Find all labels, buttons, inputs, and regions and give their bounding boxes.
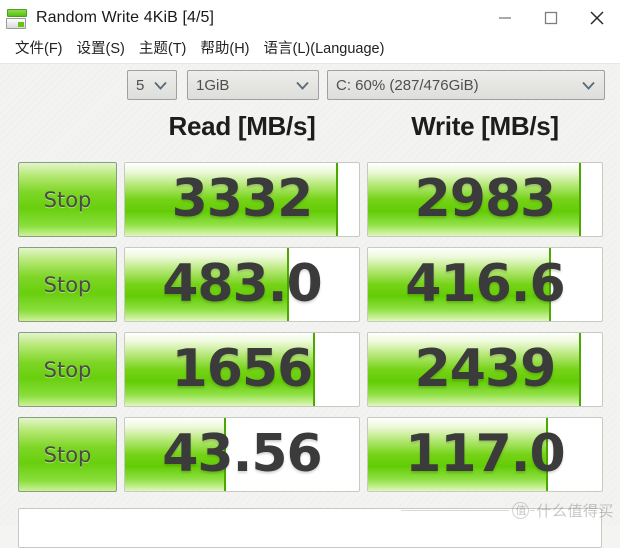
table-row: Stop 43.56 117.0	[0, 417, 620, 492]
menu-item-settings[interactable]: 设置(S)	[70, 40, 132, 60]
window-controls	[482, 0, 620, 36]
stop-button[interactable]: Stop	[18, 417, 117, 492]
stop-button[interactable]: Stop	[18, 247, 117, 322]
test-size-value: 1GiB	[196, 76, 230, 94]
read-score-cell: 483.0	[124, 247, 360, 322]
test-count-dropdown[interactable]: 5	[127, 70, 177, 100]
window-title: Random Write 4KiB [4/5]	[36, 9, 215, 26]
maximize-icon[interactable]	[528, 0, 574, 36]
read-score-value: 483.0	[162, 253, 322, 314]
write-score-value: 117.0	[405, 423, 565, 484]
write-score-cell: 2983	[367, 162, 603, 237]
write-score-value: 2439	[414, 338, 557, 399]
read-score-value: 43.56	[162, 423, 322, 484]
toolbar: 5 1GiB C: 60% (287/476GiB)	[0, 66, 620, 104]
read-score-value: 3332	[171, 168, 314, 229]
read-score-cell: 3332	[124, 162, 360, 237]
write-column-header: Write [MB/s]	[411, 111, 559, 141]
crystaldiskmark-window: Random Write 4KiB [4/5] 文件(F) 设置(S) 主题(T…	[0, 0, 620, 548]
drive-value: C: 60% (287/476GiB)	[336, 76, 479, 94]
table-row: Stop 483.0 416.6	[0, 247, 620, 322]
disk-drive-icon	[6, 8, 28, 30]
menu-item-help[interactable]: 帮助(H)	[193, 40, 256, 60]
menu-bar: 文件(F) 设置(S) 主题(T) 帮助(H) 语言(L)(Language)	[0, 36, 620, 64]
title-bar[interactable]: Random Write 4KiB [4/5]	[0, 0, 620, 36]
column-headers: Read [MB/s] Write [MB/s]	[0, 104, 620, 152]
stop-button[interactable]: Stop	[18, 162, 117, 237]
read-score-cell: 43.56	[124, 417, 360, 492]
read-column-header: Read [MB/s]	[168, 111, 316, 141]
close-icon[interactable]	[574, 0, 620, 36]
table-row: Stop 3332 2983	[0, 162, 620, 237]
drive-dropdown[interactable]: C: 60% (287/476GiB)	[327, 70, 605, 100]
results-table: Stop 3332 2983 Stop 483.0 416.6 Stop 165…	[0, 162, 620, 502]
comment-panel[interactable]	[18, 508, 602, 548]
test-count-value: 5	[136, 76, 145, 94]
test-size-dropdown[interactable]: 1GiB	[187, 70, 319, 100]
write-score-cell: 416.6	[367, 247, 603, 322]
read-score-value: 1656	[171, 338, 314, 399]
chevron-down-icon	[578, 81, 604, 90]
menu-item-theme[interactable]: 主题(T)	[132, 40, 194, 60]
chevron-down-icon	[150, 81, 176, 90]
write-score-cell: 117.0	[367, 417, 603, 492]
read-score-cell: 1656	[124, 332, 360, 407]
chevron-down-icon	[292, 81, 318, 90]
menu-item-file[interactable]: 文件(F)	[8, 40, 70, 60]
write-score-value: 416.6	[405, 253, 565, 314]
stop-button[interactable]: Stop	[18, 332, 117, 407]
menu-item-language[interactable]: 语言(L)(Language)	[257, 40, 392, 60]
minimize-icon[interactable]	[482, 0, 528, 36]
table-row: Stop 1656 2439	[0, 332, 620, 407]
write-score-value: 2983	[414, 168, 557, 229]
write-score-cell: 2439	[367, 332, 603, 407]
